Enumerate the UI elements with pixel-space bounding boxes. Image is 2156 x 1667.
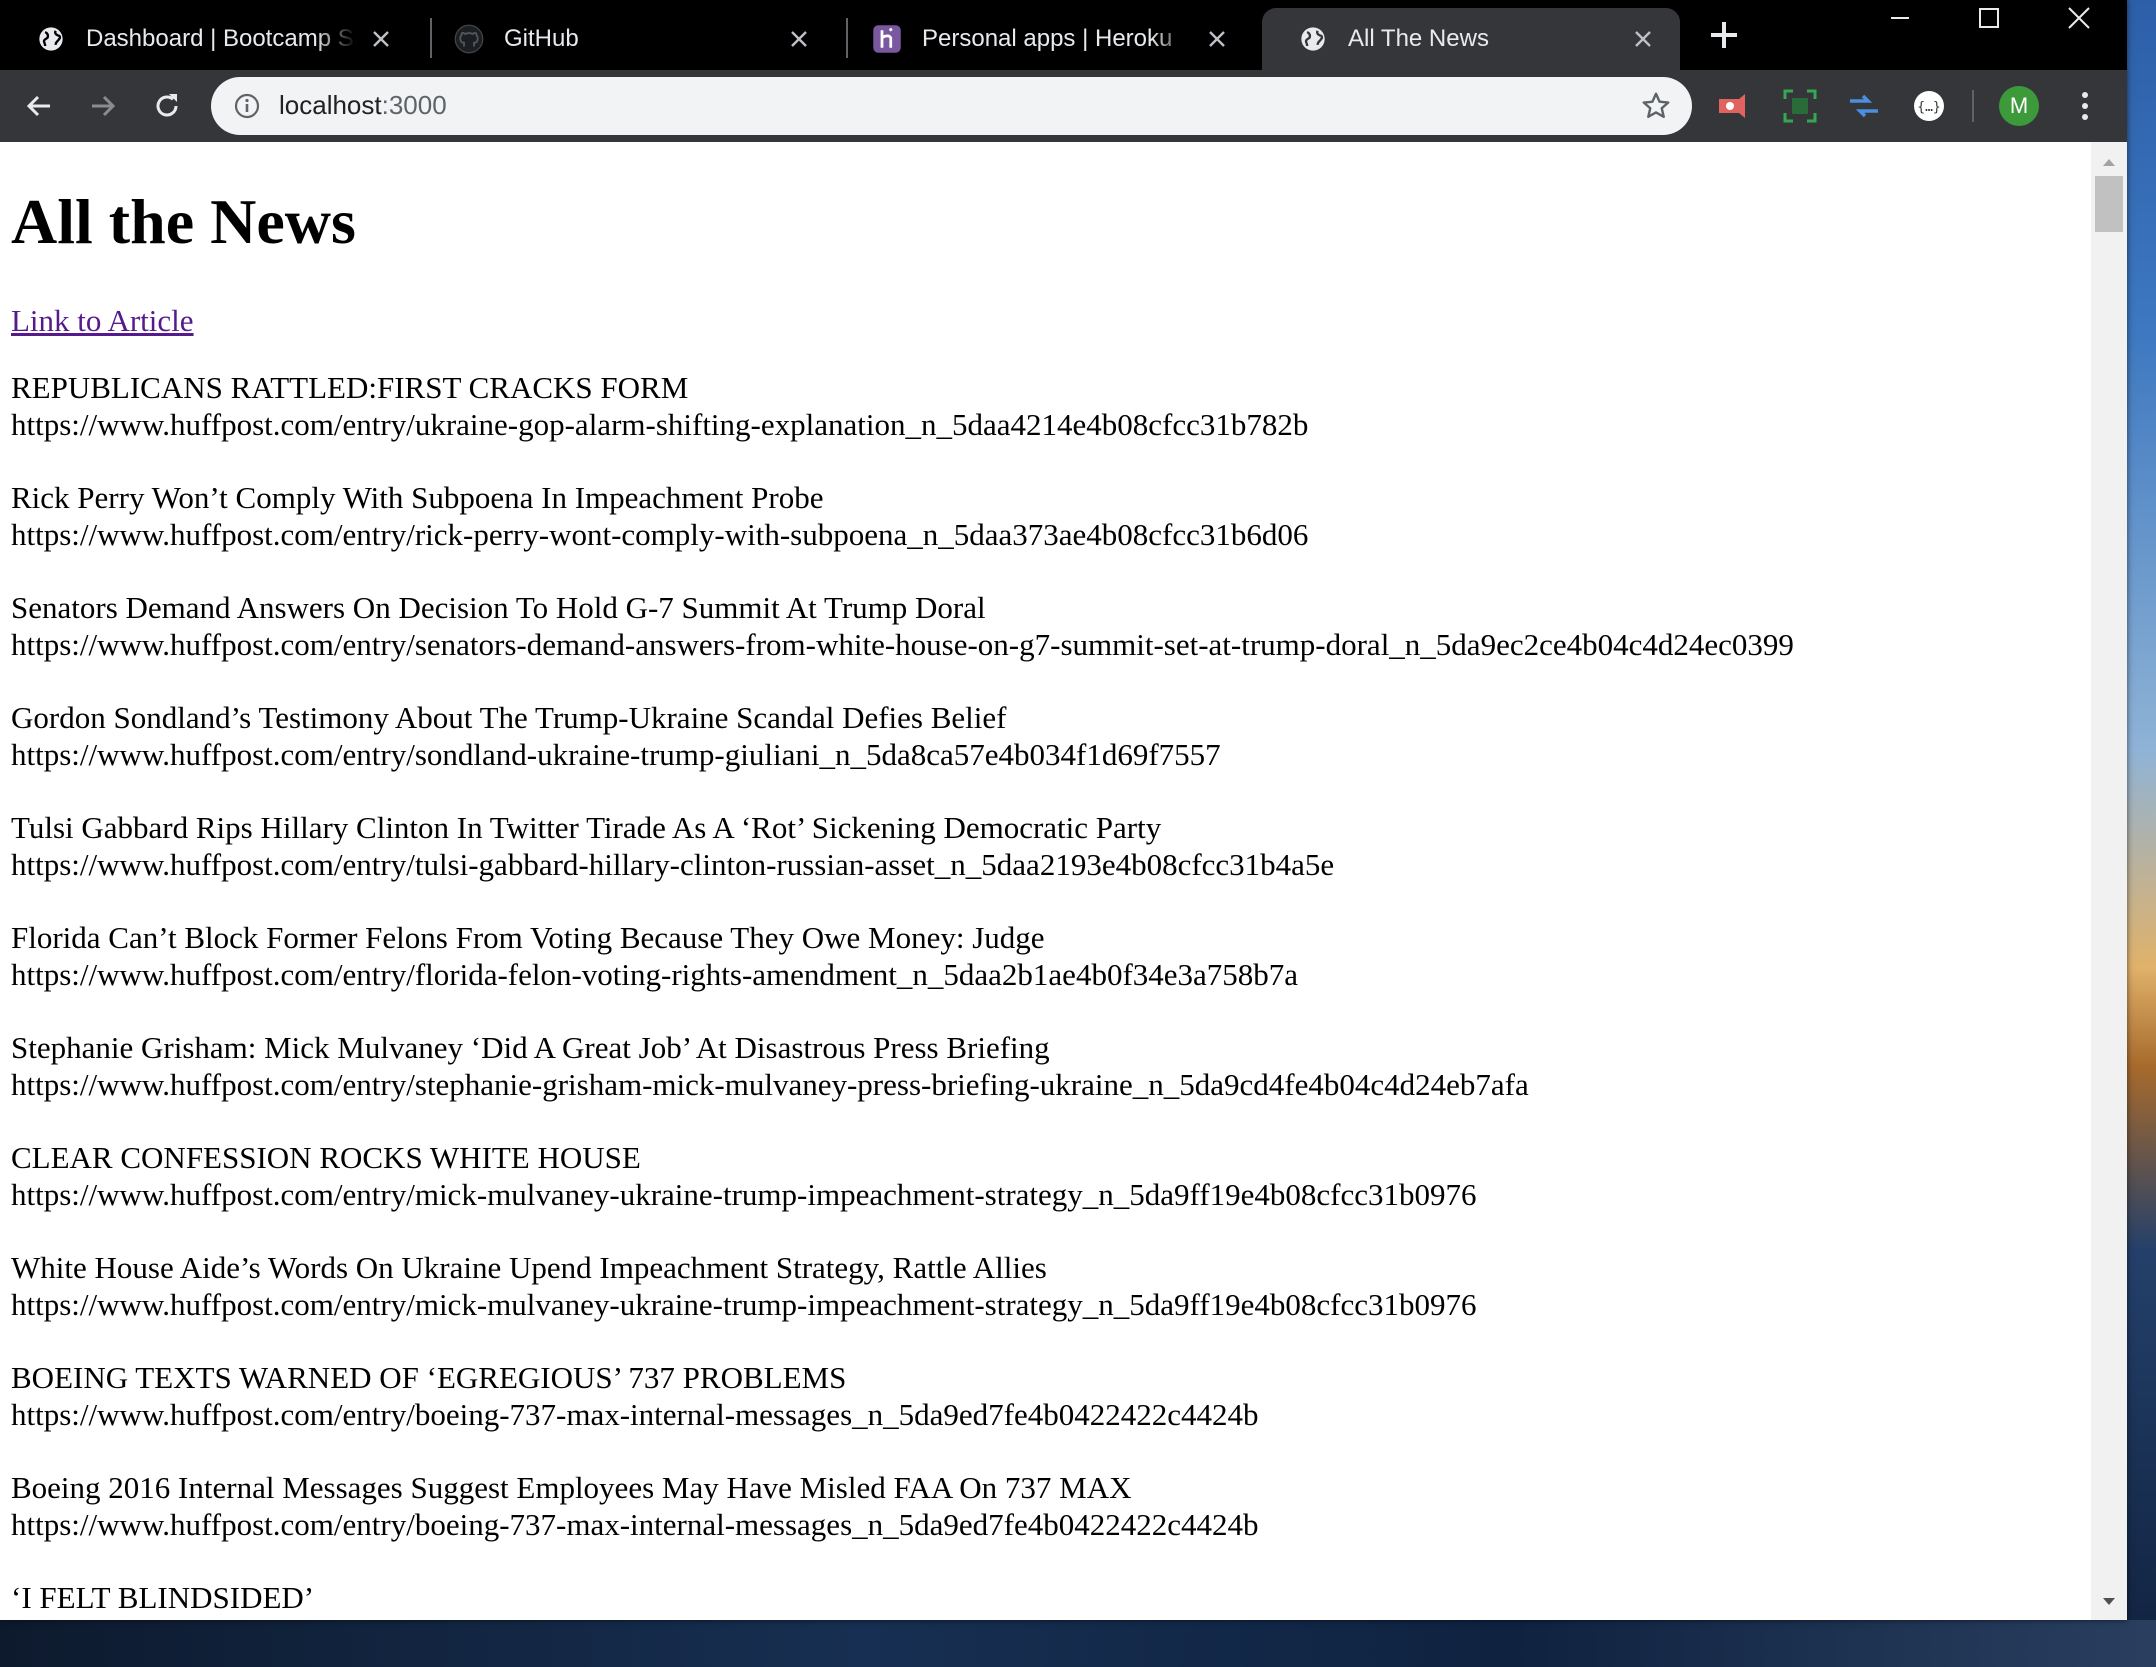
globe-icon [36,24,66,54]
article-url: https://www.huffpost.com/entry/stephanie… [11,1066,1529,1102]
article-item: BOEING TEXTS WARNED OF ‘EGREGIOUS’ 737 P… [11,1359,2071,1433]
extension-translate-icon[interactable] [1846,88,1882,124]
github-icon [454,24,484,54]
article-title: Senators Demand Answers On Decision To H… [11,589,986,625]
article-title: ‘I FELT BLINDSIDED’ [11,1579,315,1615]
heroku-icon [872,24,902,54]
article-item: Florida Can’t Block Former Felons From V… [11,919,2071,993]
tab-heroku[interactable]: Personal apps | Heroku [836,8,1254,70]
article-url: https://www.huffpost.com/entry/boeing-73… [11,1396,1259,1432]
article-url: https://www.huffpost.com/entry/mick-mulv… [11,1286,1477,1322]
page-title: All the News [11,186,356,257]
browser-toolbar: localhost:3000 {…} M [0,70,2127,142]
close-icon[interactable] [366,24,396,54]
tab-dashboard[interactable]: Dashboard | Bootcamp Spot [0,8,418,70]
window-close-button[interactable] [2034,0,2124,36]
article-item: CLEAR CONFESSION ROCKS WHITE HOUSE https:… [11,1139,2071,1213]
globe-icon [1298,24,1328,54]
article-url: https://www.huffpost.com/entry/boeing-73… [11,1506,1259,1542]
article-title: White House Aide’s Words On Ukraine Upen… [11,1249,1047,1285]
more-menu-icon[interactable] [2070,86,2100,126]
article-item: Rick Perry Won’t Comply With Subpoena In… [11,479,2071,553]
profile-initial: M [2009,93,2029,118]
new-tab-button[interactable] [1704,18,1744,58]
article-url: https://www.huffpost.com/entry/rick-perr… [11,516,1309,552]
article-item: ‘I FELT BLINDSIDED’https://www.huffpost.… [11,1579,2071,1620]
close-icon[interactable] [1202,24,1232,54]
tab-strip: Dashboard | Bootcamp Spot GitHub Persona… [0,0,2127,70]
extension-json-icon[interactable]: {…} [1911,88,1947,124]
scroll-down-arrow-icon[interactable] [2102,1594,2116,1612]
tab-title: Dashboard | Bootcamp Spot [86,25,356,52]
reload-button[interactable] [145,84,189,128]
article-item: White House Aide’s Words On Ukraine Upen… [11,1249,2071,1323]
tab-title: GitHub [504,25,579,52]
article-item: Senators Demand Answers On Decision To H… [11,589,2071,663]
scroll-up-arrow-icon[interactable] [2102,154,2116,172]
browser-window: Dashboard | Bootcamp Spot GitHub Persona… [0,0,2127,1620]
maximize-button[interactable] [1944,0,2034,36]
forward-button[interactable] [81,84,125,128]
address-host: localhost [279,90,382,120]
page-viewport: All the News Link to Article REPUBLICANS… [0,142,2091,1620]
article-title: BOEING TEXTS WARNED OF ‘EGREGIOUS’ 737 P… [11,1359,847,1395]
article-title: REPUBLICANS RATTLED:FIRST CRACKS FORM [11,369,689,405]
tab-all-the-news[interactable]: All The News [1262,8,1680,70]
desktop-taskbar-area [0,1620,2156,1667]
toolbar-divider [1972,90,1974,122]
article-url: https://www.huffpost.com/entry/sondland-… [11,736,1221,772]
article-url: https://www.huffpost.com/entry/florida-f… [11,956,1299,992]
article-url: https://www.huffpost.com/entry/mick-mulv… [11,1176,1477,1212]
article-list: REPUBLICANS RATTLED:FIRST CRACKS FORM htt… [11,369,2071,1620]
article-item: Boeing 2016 Internal Messages Suggest Em… [11,1469,2071,1543]
info-icon[interactable] [233,92,261,125]
article-title: Boeing 2016 Internal Messages Suggest Em… [11,1469,1132,1505]
article-title: Stephanie Grisham: Mick Mulvaney ‘Did A … [11,1029,1050,1065]
svg-text:{…}: {…} [1917,100,1940,115]
extension-screenshot-icon[interactable] [1782,88,1818,124]
scrollbar-thumb[interactable] [2095,176,2123,232]
minimize-button[interactable] [1855,0,1945,36]
page-content: All the News Link to Article REPUBLICANS… [11,142,2071,1620]
article-item: Stephanie Grisham: Mick Mulvaney ‘Did A … [11,1029,2071,1103]
article-url: https://www.huffpost.com/entry/ukraine-g… [11,406,1309,442]
close-icon[interactable] [784,24,814,54]
back-button[interactable] [17,84,61,128]
article-title: Gordon Sondland’s Testimony About The Tr… [11,699,1007,735]
article-url: https://www.huffpost.com/entry/jenna-dew… [11,1616,2071,1620]
article-url: https://www.huffpost.com/entry/senators-… [11,626,1794,662]
tab-title: All The News [1348,25,1489,52]
address-port: :3000 [381,90,447,120]
link-to-article[interactable]: Link to Article [11,303,2071,339]
vertical-scrollbar[interactable] [2091,142,2127,1620]
address-bar[interactable]: localhost:3000 [211,77,1692,135]
article-title: Florida Can’t Block Former Felons From V… [11,919,1045,955]
address-url: localhost:3000 [279,90,447,121]
article-item: REPUBLICANS RATTLED:FIRST CRACKS FORM htt… [11,369,2071,443]
article-title: Rick Perry Won’t Comply With Subpoena In… [11,479,824,515]
tab-title: Personal apps | Heroku [922,25,1173,52]
profile-avatar[interactable]: M [1999,86,2039,126]
article-title: CLEAR CONFESSION ROCKS WHITE HOUSE [11,1139,641,1175]
article-item: Tulsi Gabbard Rips Hillary Clinton In Tw… [11,809,2071,883]
article-item: Gordon Sondland’s Testimony About The Tr… [11,699,2071,773]
article-title: Tulsi Gabbard Rips Hillary Clinton In Tw… [11,809,1162,845]
extension-record-icon[interactable] [1717,88,1753,124]
star-icon[interactable] [1640,90,1672,127]
article-url: https://www.huffpost.com/entry/tulsi-gab… [11,846,1335,882]
tab-github[interactable]: GitHub [418,8,836,70]
close-icon[interactable] [1628,24,1658,54]
